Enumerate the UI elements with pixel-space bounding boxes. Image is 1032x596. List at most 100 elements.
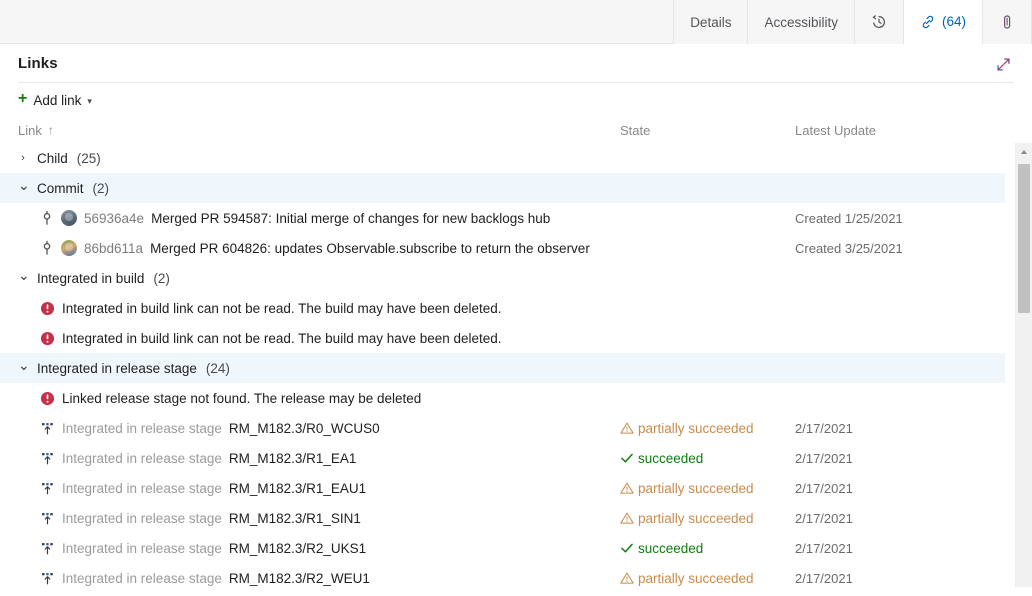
warning-icon bbox=[620, 511, 634, 525]
check-icon bbox=[620, 541, 634, 555]
release-icon bbox=[40, 541, 55, 556]
table-row[interactable]: Linked release stage not found. The rele… bbox=[0, 383, 1005, 413]
scroll-up-button[interactable] bbox=[1016, 143, 1032, 160]
group-count: (24) bbox=[206, 361, 230, 376]
tab-label: Accessibility bbox=[764, 15, 838, 30]
table-row[interactable]: Integrated in release stageRM_M182.3/R1_… bbox=[0, 503, 1005, 533]
column-header-latest-update[interactable]: Latest Update bbox=[795, 123, 995, 138]
warning-icon bbox=[620, 421, 634, 435]
link-cell[interactable]: Integrated in release stageRM_M182.3/R1_… bbox=[18, 511, 620, 526]
link-cell[interactable]: Integrated in release stageRM_M182.3/R2_… bbox=[18, 571, 620, 586]
release-stage-name: RM_M182.3/R2_UKS1 bbox=[229, 541, 366, 556]
expand-diagonal-icon[interactable] bbox=[992, 53, 1014, 75]
commit-hash: 86bd611a bbox=[84, 241, 143, 256]
state-label: partially succeeded bbox=[638, 481, 754, 496]
state-cell: succeeded bbox=[620, 541, 795, 556]
tab-details[interactable]: Details bbox=[673, 0, 747, 44]
release-stage-name: RM_M182.3/R2_WEU1 bbox=[229, 571, 370, 586]
commit-icon bbox=[40, 210, 54, 226]
chevron-down-icon: ⌄ bbox=[18, 178, 28, 192]
state-cell: partially succeeded bbox=[620, 421, 795, 436]
avatar bbox=[61, 210, 77, 226]
column-header-state[interactable]: State bbox=[620, 123, 795, 138]
latest-update-cell: 2/17/2021 bbox=[795, 541, 995, 556]
release-stage-prefix: Integrated in release stage bbox=[62, 481, 222, 496]
link-cell[interactable]: Integrated in build link can not be read… bbox=[18, 331, 620, 346]
group-name: Commit bbox=[37, 181, 84, 196]
link-cell[interactable]: 56936a4eMerged PR 594587: Initial merge … bbox=[18, 210, 620, 226]
tab-list: Details Accessibility (64) bbox=[673, 0, 1032, 44]
page-title: Links bbox=[18, 55, 58, 72]
link-group-header[interactable]: ›Child(25) bbox=[0, 143, 1005, 173]
latest-update-cell: 2/17/2021 bbox=[795, 511, 995, 526]
history-icon bbox=[871, 14, 887, 30]
group-toggle[interactable]: ›Child(25) bbox=[18, 151, 101, 166]
release-icon bbox=[40, 451, 55, 466]
release-icon bbox=[40, 421, 55, 436]
link-icon bbox=[920, 14, 936, 30]
link-cell[interactable]: Integrated in release stage RM_M182.3/R2_… bbox=[18, 541, 620, 556]
link-cell[interactable]: Linked release stage not found. The rele… bbox=[18, 391, 620, 406]
table-row[interactable]: Integrated in release stageRM_M182.3/R1_… bbox=[0, 473, 1005, 503]
release-icon bbox=[40, 511, 55, 526]
link-group-header[interactable]: ⌄Integrated in build(2) bbox=[0, 263, 1005, 293]
state-label: partially succeeded bbox=[638, 511, 754, 526]
avatar bbox=[61, 240, 77, 256]
table-row[interactable]: Integrated in release stage RM_M182.3/R2_… bbox=[0, 533, 1005, 563]
column-header-link[interactable]: Link ↑ bbox=[18, 123, 620, 138]
table-row[interactable]: 86bd611a Merged PR 604826: updates Observ… bbox=[0, 233, 1005, 263]
attachment-icon bbox=[999, 14, 1015, 30]
release-stage-prefix: Integrated in release stage bbox=[62, 541, 222, 556]
commit-icon bbox=[40, 240, 54, 256]
link-group-header[interactable]: ⌄Integrated in release stage(24) bbox=[0, 353, 1005, 383]
release-icon bbox=[40, 571, 55, 586]
link-cell[interactable]: Integrated in release stageRM_M182.3/R1_… bbox=[18, 451, 620, 466]
latest-update-cell: 2/17/2021 bbox=[795, 571, 995, 586]
latest-update-cell: Created 1/25/2021 bbox=[795, 211, 995, 226]
state-label: partially succeeded bbox=[638, 421, 754, 436]
state-label: succeeded bbox=[638, 541, 703, 556]
group-count: (2) bbox=[93, 181, 110, 196]
tab-history[interactable] bbox=[854, 0, 903, 44]
table-row[interactable]: Integrated in release stageRM_M182.3/R2_… bbox=[0, 563, 1005, 593]
state-cell: partially succeeded bbox=[620, 511, 795, 526]
link-cell[interactable]: Integrated in release stageRM_M182.3/R1_… bbox=[18, 481, 620, 496]
error-icon bbox=[40, 331, 55, 346]
tab-attachment[interactable] bbox=[982, 0, 1032, 44]
error-message: Integrated in build link can not be read… bbox=[62, 331, 502, 346]
latest-update-cell: 2/17/2021 bbox=[795, 481, 995, 496]
link-cell[interactable]: Integrated in build link can not be read… bbox=[18, 301, 620, 316]
chevron-down-icon: ▾ bbox=[87, 96, 92, 107]
state-cell: partially succeeded bbox=[620, 481, 795, 496]
table-row[interactable]: 56936a4eMerged PR 594587: Initial merge … bbox=[0, 203, 1005, 233]
release-icon bbox=[40, 481, 55, 496]
scrollbar-thumb[interactable] bbox=[1018, 164, 1030, 313]
link-cell[interactable]: Integrated in release stageRM_M182.3/R0_… bbox=[18, 421, 620, 436]
commit-subject: Merged PR 604826: updates Observable.sub… bbox=[150, 241, 590, 256]
tab-label: Details bbox=[690, 15, 731, 30]
tab-link[interactable]: (64) bbox=[903, 0, 982, 45]
group-toggle[interactable]: ⌄ Commit (2) bbox=[18, 181, 109, 196]
vertical-scrollbar[interactable] bbox=[1015, 143, 1032, 587]
table-row[interactable]: Integrated in build link can not be read… bbox=[0, 323, 1005, 353]
release-stage-name: RM_M182.3/R1_EA1 bbox=[229, 451, 357, 466]
error-icon bbox=[40, 301, 55, 316]
arrow-up-icon: ↑ bbox=[48, 123, 54, 137]
table-row[interactable]: Integrated in release stageRM_M182.3/R0_… bbox=[0, 413, 1005, 443]
commit-subject: Merged PR 594587: Initial merge of chang… bbox=[151, 211, 550, 226]
link-cell[interactable]: 86bd611a Merged PR 604826: updates Observ… bbox=[18, 240, 620, 256]
chevron-down-icon: ⌄ bbox=[18, 268, 28, 282]
group-toggle[interactable]: ⌄Integrated in build(2) bbox=[18, 271, 170, 286]
group-toggle[interactable]: ⌄Integrated in release stage(24) bbox=[18, 361, 230, 376]
table-row[interactable]: Integrated in build link can not be read… bbox=[0, 293, 1005, 323]
state-label: succeeded bbox=[638, 451, 703, 466]
tab-accessibility[interactable]: Accessibility bbox=[747, 0, 854, 44]
group-count: (25) bbox=[77, 151, 101, 166]
link-group-header[interactable]: ⌄ Commit (2) bbox=[0, 173, 1005, 203]
add-link-button[interactable]: + Add link ▾ bbox=[18, 92, 92, 108]
state-label: partially succeeded bbox=[638, 571, 754, 586]
table-row[interactable]: Integrated in release stageRM_M182.3/R1_… bbox=[0, 443, 1005, 473]
chevron-down-icon: ⌄ bbox=[18, 358, 28, 372]
table-rows: ›Child(25) ⌄ Commit (2) 56936a4eMerged PR 59… bbox=[0, 143, 1032, 593]
group-count: (2) bbox=[153, 271, 170, 286]
